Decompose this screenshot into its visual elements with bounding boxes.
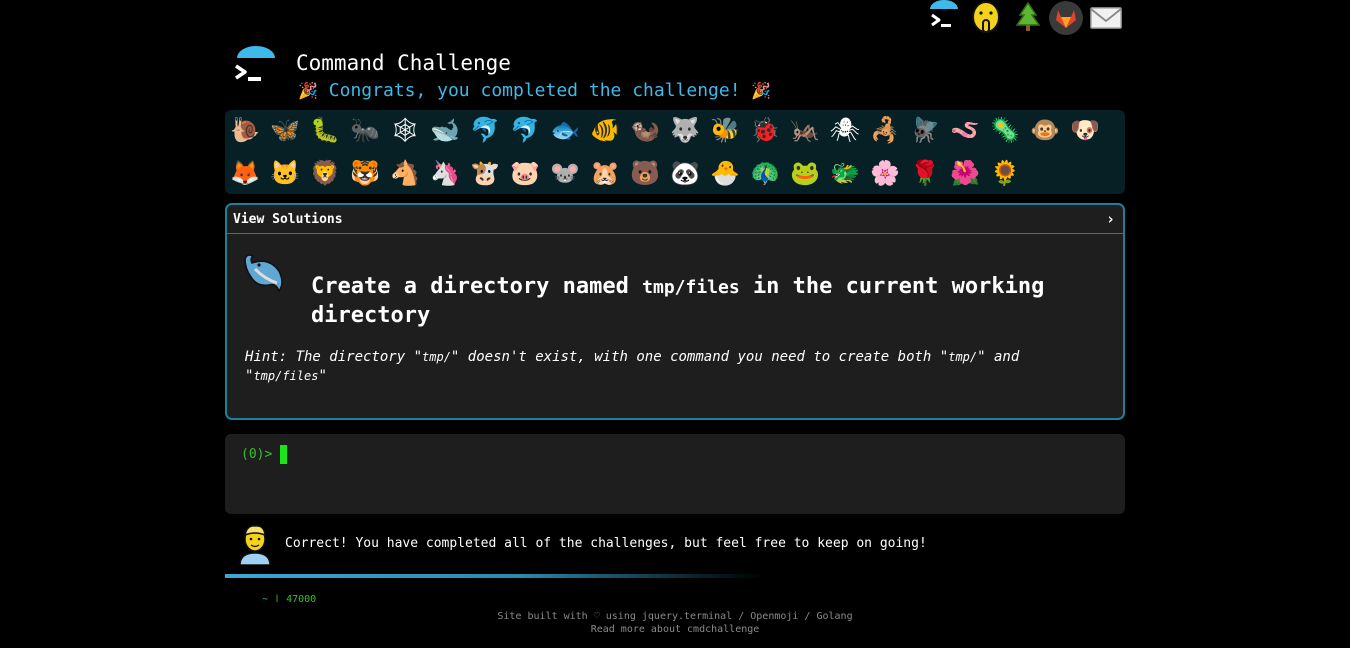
footer-readmore-link[interactable]: Read more about cmdchallenge <box>0 623 1350 636</box>
challenge-title: Create a directory named tmp/files in th… <box>311 274 1045 328</box>
congrats-banner: 🎉 Congrats, you completed the challenge!… <box>298 80 771 101</box>
challenge-badge[interactable]: 🐌 <box>229 114 261 146</box>
page-title: Command Challenge <box>296 51 511 75</box>
challenge-badge[interactable]: 🌸 <box>869 157 901 189</box>
challenge-badge[interactable]: 🐸 <box>789 157 821 189</box>
challenge-badge[interactable]: 🐴 <box>389 157 421 189</box>
challenge-badge[interactable]: 🦚 <box>749 157 781 189</box>
challenge-badge[interactable]: 🦋 <box>269 114 301 146</box>
challenge-badge[interactable]: 🐬 <box>469 114 501 146</box>
challenge-badge[interactable]: 🐯 <box>349 157 381 189</box>
challenge-path: tmp/files <box>642 277 740 298</box>
chevron-right-icon: › <box>1105 210 1115 228</box>
person-avatar-icon <box>239 525 271 565</box>
challenge-badge[interactable]: 🐵 <box>1029 114 1061 146</box>
challenge-badge[interactable]: 🦦 <box>629 114 661 146</box>
challenge-badge[interactable]: 🐲 <box>829 157 861 189</box>
challenge-badge[interactable]: 🪰 <box>909 114 941 146</box>
challenge-badge[interactable]: 🐬 <box>509 114 541 146</box>
challenge-badge[interactable]: 🕷 <box>829 114 861 146</box>
challenge-badge[interactable]: 🐜 <box>349 114 381 146</box>
terminal-prompt: (0)> <box>241 447 273 462</box>
challenge-badge[interactable]: 🐭 <box>549 157 581 189</box>
envelope-icon[interactable] <box>1088 0 1124 36</box>
challenge-badge[interactable]: 🐱 <box>269 157 301 189</box>
result-message: Correct! You have completed all of the c… <box>285 536 927 551</box>
challenge-badge[interactable]: 🐹 <box>589 157 621 189</box>
challenge-badge[interactable]: 🐝 <box>709 114 741 146</box>
evergreen-tree-icon[interactable] <box>1010 0 1046 36</box>
challenge-badge[interactable]: 🐟 <box>549 114 581 146</box>
challenge-badge[interactable]: 🦄 <box>429 157 461 189</box>
challenge-badge[interactable]: 🐺 <box>669 114 701 146</box>
top-nav <box>926 0 1126 36</box>
challenge-badge[interactable]: 🐼 <box>669 157 701 189</box>
challenge-badge[interactable]: 🐋 <box>429 114 461 146</box>
congrats-text: Congrats, you completed the challenge! <box>328 80 741 101</box>
challenge-badge[interactable]: 🕸 <box>389 114 421 146</box>
shushing-face-icon[interactable] <box>968 0 1004 36</box>
challenge-badge[interactable]: 🌹 <box>909 157 941 189</box>
challenge-badge[interactable]: 🐛 <box>309 114 341 146</box>
challenge-badge[interactable]: 🦠 <box>989 114 1021 146</box>
terminal-cursor <box>280 445 287 464</box>
party-popper-icon: 🎉 <box>751 81 772 100</box>
whale-icon <box>244 254 283 293</box>
terminal-icon[interactable] <box>926 0 962 36</box>
challenge-badge[interactable]: 🐣 <box>709 157 741 189</box>
challenge-badge[interactable]: 🌺 <box>949 157 981 189</box>
view-solutions-toggle[interactable]: View Solutions › <box>227 205 1123 234</box>
challenge-badges: 🐌 🦋 🐛 🐜 🕸 🐋 🐬 🐬 🐟 🐠 🦦 🐺 🐝 🐞 🦗 🕷 🦂 🪰 🪱 🦠 🐵 🐶 🦊 🐱 🦁 🐯 🐴 🦄 🐮 🐷 🐭 🐹 🐻 🐼 🐣 🦚 🐸 🐲 🌸 🌹… <box>225 110 1125 194</box>
challenge-badge[interactable]: 🐠 <box>589 114 621 146</box>
footer-credits: Site built with ♡ using jquery.terminal … <box>497 611 853 622</box>
challenge-badge[interactable]: 🦁 <box>309 157 341 189</box>
challenge-badge[interactable]: 🐮 <box>469 157 501 189</box>
progress-bar <box>225 574 765 578</box>
party-popper-icon: 🎉 <box>298 81 318 100</box>
challenge-badge[interactable]: 🌻 <box>989 157 1021 189</box>
footer: Site built with ♡ using jquery.terminal … <box>0 610 1350 636</box>
challenge-badge[interactable]: 🐶 <box>1069 114 1101 146</box>
challenge-hint: Hint: The directory "tmp/" doesn't exist… <box>245 349 1020 384</box>
gitlab-icon[interactable] <box>1048 0 1084 36</box>
challenge-badge[interactable]: 🐷 <box>509 157 541 189</box>
challenge-badge[interactable]: 🦗 <box>789 114 821 146</box>
challenge-badge[interactable]: 🦂 <box>869 114 901 146</box>
challenge-badge[interactable]: 🪱 <box>949 114 981 146</box>
command-challenge-logo <box>235 46 275 81</box>
challenge-badge[interactable]: 🐻 <box>629 157 661 189</box>
challenge-badge[interactable]: 🐞 <box>749 114 781 146</box>
challenge-panel: View Solutions › Create a directory name… <box>225 203 1125 420</box>
view-solutions-label: View Solutions <box>233 211 343 227</box>
terminal-scroll-output: ~ | 47000 <box>262 594 317 602</box>
challenge-badge[interactable]: 🦊 <box>229 157 261 189</box>
terminal-input[interactable]: (0)> <box>225 434 1125 514</box>
